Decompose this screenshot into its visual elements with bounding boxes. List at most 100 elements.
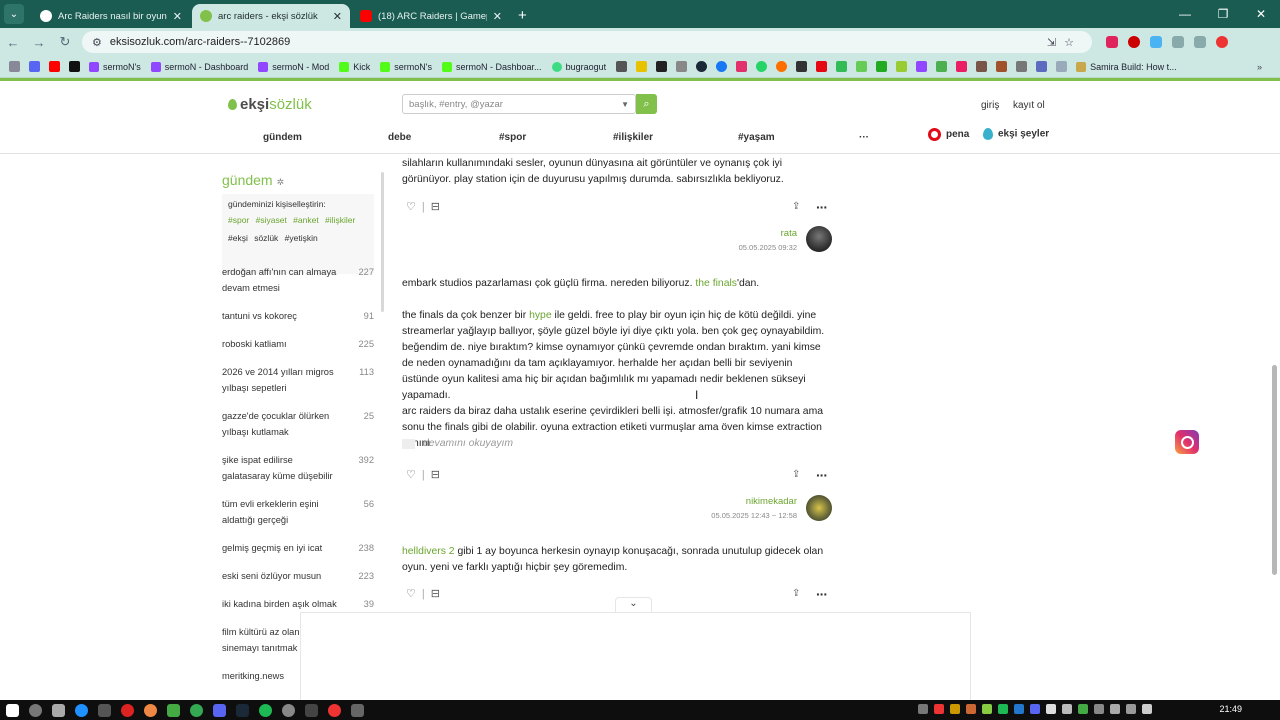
facebook-icon[interactable] [716,61,728,72]
nav-yasam[interactable]: #yaşam [738,132,775,143]
avatar[interactable] [806,495,832,521]
topic-item[interactable]: gazze'de çocuklar ölürken yılbaşı kutlam… [222,408,374,440]
bookmark-icon[interactable] [896,61,908,72]
tray-icon[interactable] [1046,704,1056,714]
steam-icon[interactable] [696,61,708,72]
puzzle-icon[interactable] [1172,36,1184,48]
bookmark-icon[interactable] [856,61,868,72]
bookmark-item[interactable]: sermoN - Dashboar... [442,61,542,72]
tray-icon[interactable] [1030,704,1040,714]
site-logo[interactable]: ekşi sözlük [228,96,312,113]
author-name[interactable]: rata [739,228,797,239]
profile-avatar[interactable] [1216,36,1228,48]
bookmark-icon[interactable] [676,61,688,72]
nav-pena[interactable]: pena [928,128,969,141]
bookmark-icon[interactable] [636,61,648,72]
forward-button[interactable]: → [26,35,52,50]
spotify-icon[interactable] [259,703,272,717]
chevron-down-icon[interactable]: ▼ [621,100,629,109]
nav-debe[interactable]: debe [388,132,411,143]
maximize-button[interactable]: ❐ [1204,0,1242,28]
more-bookmarks-icon[interactable]: » [1257,62,1262,72]
bookmark-item[interactable]: sermoN's [380,61,432,72]
bookmark-icon[interactable] [776,61,788,72]
menu-icon[interactable] [1194,36,1206,48]
tray-icon[interactable] [1142,704,1152,714]
sidebar-title[interactable]: gündem ✲ [222,172,374,188]
bookmark-icon[interactable] [976,61,988,72]
topic-item[interactable]: şike ispat edilirse galatasaray küme düş… [222,452,374,484]
close-tab-icon[interactable]: ✕ [493,10,502,23]
share-icon[interactable]: ⇪ [792,588,800,599]
bookmark-item[interactable]: sermoN - Dashboard [150,61,248,72]
close-tab-icon[interactable]: ✕ [173,10,182,23]
bookmark-icon[interactable] [876,61,888,72]
tray-icon[interactable] [1078,704,1088,714]
login-link[interactable]: giriş [981,100,999,111]
tray-icon[interactable] [998,704,1008,714]
extension-icon[interactable] [1106,36,1118,48]
minus-icon[interactable]: ⊟ [431,468,440,481]
bookmark-item[interactable]: Samira Build: How t... [1076,61,1177,72]
bkz-link[interactable]: helldivers 2 [402,546,455,557]
search-input[interactable]: başlık, #entry, @yazar ▼ [402,94,636,114]
app-icon[interactable] [98,703,111,717]
nav-iliskiler[interactable]: #ilişkiler [613,132,653,143]
folder-icon[interactable] [1056,61,1068,72]
windows-start-icon[interactable] [6,703,19,717]
read-more-link[interactable]: devamını okuyayım [402,438,513,449]
tray-icon[interactable] [1126,704,1136,714]
topic-item[interactable]: roboski katliamı 225 [222,336,374,352]
tray-icon[interactable] [1014,704,1024,714]
channel-tags[interactable]: #spor #siyaset #anket #ilişkiler [228,215,368,225]
bkz-link[interactable]: the finals [695,278,737,289]
nav-more[interactable]: ··· [859,132,869,143]
bkz-link[interactable]: hype [529,310,552,321]
bookmark-icon[interactable] [1016,61,1028,72]
tray-icon[interactable] [1062,704,1072,714]
taskview-icon[interactable] [52,703,65,717]
close-tab-icon[interactable]: ✕ [333,10,342,23]
taskbar-clock[interactable]: 21:49 [1219,704,1242,714]
x-icon[interactable] [69,61,80,72]
close-window-button[interactable]: ✕ [1242,0,1280,28]
minus-icon[interactable]: ⊟ [431,200,440,213]
app-icon[interactable] [144,703,157,717]
author-name[interactable]: nikimekadar [711,496,797,507]
signup-link[interactable]: kayıt ol [1013,100,1045,111]
gear-icon[interactable]: ✲ [277,177,285,187]
topic-item[interactable]: eski seni özlüyor musun 223 [222,568,374,584]
topic-item[interactable]: erdoğan affı'nın can almaya devam etmesi… [222,264,374,296]
bookmark-icon[interactable] [1036,61,1048,72]
chrome-icon[interactable] [190,703,203,717]
tab-eksi[interactable]: arc raiders - ekşi sözlük ✕ [192,4,350,28]
tray-icon[interactable] [966,704,976,714]
app-icon[interactable] [121,703,134,717]
avatar[interactable] [806,226,832,252]
topic-item[interactable]: tüm evli erkeklerin eşini aldattığı gerç… [222,496,374,528]
topic-item[interactable]: 2026 ve 2014 yılları migros yılbaşı sepe… [222,364,374,396]
bookmark-item[interactable]: bugraogut [551,61,606,72]
bookmark-item[interactable]: Kick [339,61,370,72]
tab-youtube[interactable]: (18) ARC Raiders | Gameplay Re ✕ [352,4,510,28]
app-icon[interactable] [328,703,341,717]
back-button[interactable]: ← [0,35,26,50]
site-info-icon[interactable]: ⚙ [92,36,102,49]
bookmark-icon[interactable] [936,61,948,72]
bookmark-icon[interactable] [916,61,928,72]
app-icon[interactable] [305,703,318,717]
bookmark-icon[interactable] [616,61,628,72]
extension-icon[interactable] [1128,36,1140,48]
page-scrollbar[interactable] [1272,365,1277,575]
bookmark-icon[interactable] [756,61,768,72]
steam-icon[interactable] [236,703,249,717]
tray-icon[interactable] [918,704,928,714]
bookmark-item[interactable]: sermoN - Mod [258,61,329,72]
entry-date[interactable]: 05.05.2025 09:32 [739,243,797,252]
topic-item[interactable]: tantuni vs kokoreç 91 [222,308,374,324]
nav-eksi-seyler[interactable]: ekşi şeyler [983,128,1049,140]
tray-icon[interactable] [982,704,992,714]
extension-icon[interactable] [1150,36,1162,48]
channel-tags[interactable]: #ekşi sözlük #yetişkin [228,233,368,243]
bookmark-icon[interactable] [956,61,968,72]
